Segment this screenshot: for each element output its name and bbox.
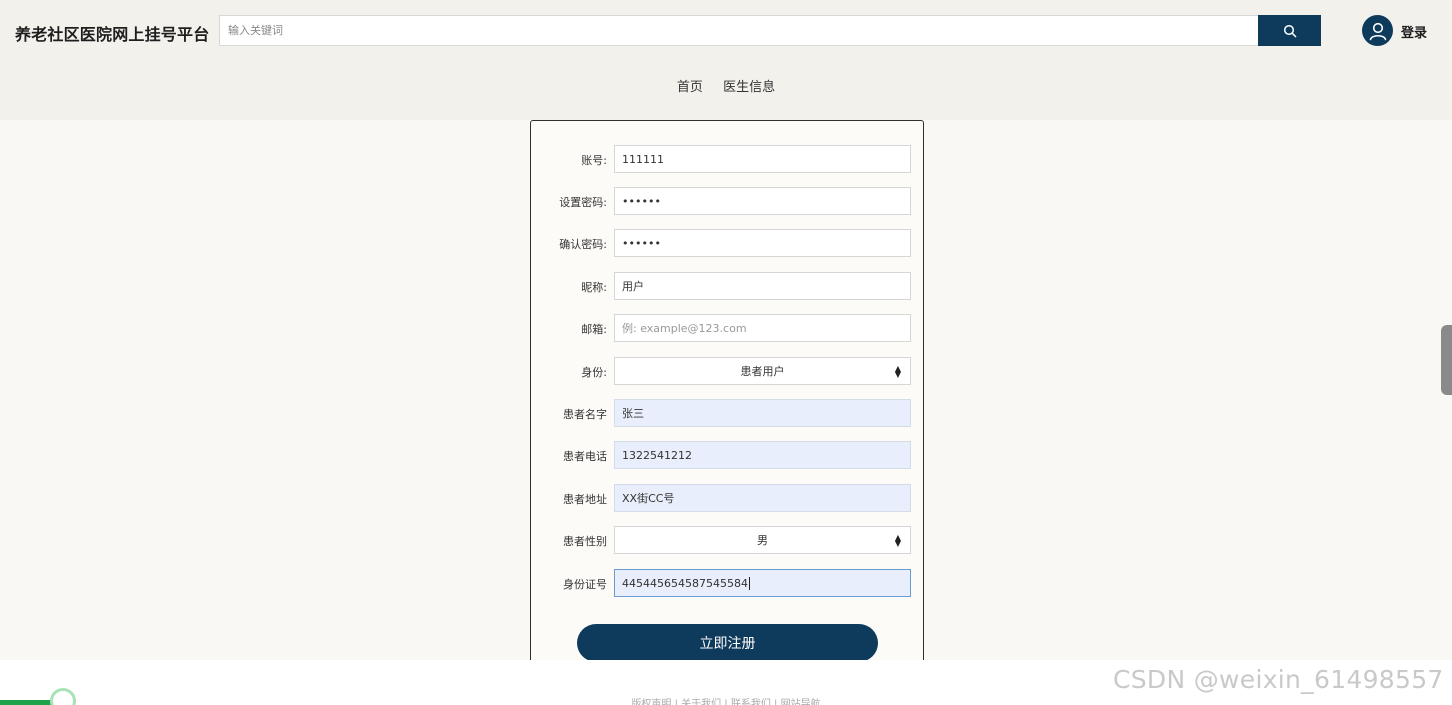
search-button[interactable] [1258, 15, 1321, 46]
id-number-input[interactable]: 445445654587545584 [614, 569, 911, 597]
patient-phone-row: 患者电话 1322541212 [531, 441, 925, 469]
patient-phone-label: 患者电话 [563, 450, 607, 463]
password-row: 设置密码: •••••• [531, 187, 925, 215]
login-link[interactable]: 登录 [1401, 22, 1427, 41]
id-number-label: 身份证号 [563, 578, 607, 591]
user-avatar-icon[interactable] [1362, 15, 1393, 46]
patient-gender-row: 患者性别 男 ▲ ▼ [531, 526, 925, 554]
patient-phone-input[interactable]: 1322541212 [614, 441, 911, 469]
select-arrows-icon: ▲ ▼ [894, 533, 901, 548]
id-number-value: 445445654587545584 [622, 576, 748, 590]
select-arrows-icon: ▲ ▼ [894, 364, 901, 379]
register-submit-button[interactable]: 立即注册 [577, 624, 878, 662]
gender-select-value: 男 [757, 534, 768, 547]
top-header: 养老社区医院网上挂号平台 登录 首页 医生信息 [0, 0, 1452, 120]
account-row: 账号: 111111 [531, 145, 925, 173]
role-select-value: 患者用户 [740, 365, 785, 378]
side-scroll-handle[interactable] [1441, 325, 1452, 395]
nickname-input[interactable]: 用户 [614, 272, 911, 300]
patient-name-row: 患者名字 张三 [531, 399, 925, 427]
search-input[interactable] [220, 16, 1258, 45]
main-nav: 首页 医生信息 [0, 76, 1452, 95]
patient-name-input[interactable]: 张三 [614, 399, 911, 427]
site-title: 养老社区医院网上挂号平台 [15, 25, 210, 44]
email-label: 邮箱: [581, 323, 607, 336]
confirm-password-input[interactable]: •••••• [614, 229, 911, 257]
email-row: 邮箱: 例: example@123.com [531, 314, 925, 342]
patient-name-label: 患者名字 [563, 408, 607, 421]
patient-gender-label: 患者性别 [563, 535, 607, 548]
patient-address-input[interactable]: XX街CC号 [614, 484, 911, 512]
id-number-row: 身份证号 445445654587545584 [531, 569, 925, 597]
role-select[interactable]: 患者用户 ▲ ▼ [614, 357, 911, 385]
nickname-row: 昵称: 用户 [531, 272, 925, 300]
password-input[interactable]: •••••• [614, 187, 911, 215]
confirm-password-label: 确认密码: [559, 238, 607, 251]
text-caret [748, 576, 750, 590]
search-box [219, 15, 1259, 46]
nav-item-doctor-info[interactable]: 医生信息 [723, 76, 775, 95]
nickname-label: 昵称: [581, 281, 607, 294]
password-label: 设置密码: [559, 196, 607, 209]
nav-item-home[interactable]: 首页 [677, 76, 703, 95]
patient-gender-select[interactable]: 男 ▲ ▼ [614, 526, 911, 554]
register-form: 账号: 111111 设置密码: •••••• 确认密码: •••••• 昵称:… [530, 120, 924, 680]
search-icon [1283, 24, 1296, 37]
account-label: 账号: [581, 154, 607, 167]
patient-address-label: 患者地址 [563, 493, 607, 506]
patient-address-row: 患者地址 XX街CC号 [531, 484, 925, 512]
role-label: 身份: [581, 366, 607, 379]
confirm-password-row: 确认密码: •••••• [531, 229, 925, 257]
csdn-watermark: CSDN @weixin_61498557 [1113, 665, 1444, 694]
email-input[interactable]: 例: example@123.com [614, 314, 911, 342]
role-row: 身份: 患者用户 ▲ ▼ [531, 357, 925, 385]
account-input[interactable]: 111111 [614, 145, 911, 173]
footer-links[interactable]: 版权声明 | 关于我们 | 联系我们 | 网站导航 [0, 695, 1452, 705]
